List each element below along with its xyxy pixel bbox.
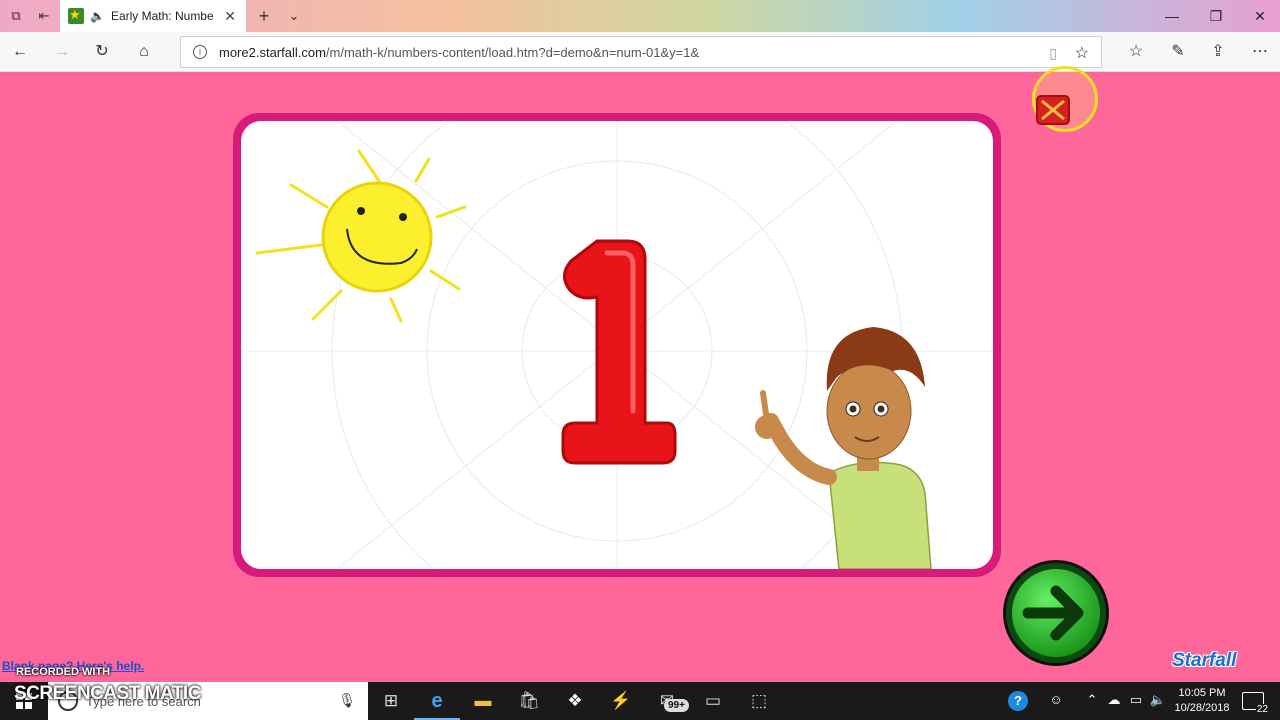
dropbox-icon[interactable]: ❖ <box>552 682 598 720</box>
onedrive-cloud-icon[interactable]: ☁ <box>1104 692 1124 708</box>
task-view-icon[interactable]: ⊞ <box>368 682 414 720</box>
recorded-with-label: RECORDED WITH <box>16 666 111 678</box>
close-x-icon <box>1041 99 1065 121</box>
volume-icon[interactable]: 🔈 <box>1148 692 1168 708</box>
clock-date: 10/28/2018 <box>1174 702 1230 714</box>
address-bar[interactable]: i more2.starfall.com/m/math-k/numbers-co… <box>180 36 1102 68</box>
restore-button[interactable]: ❐ <box>1194 0 1238 32</box>
reading-view-icon[interactable]: ▯ <box>1049 45 1057 62</box>
favorites-hub-icon[interactable]: ☆ <box>1124 40 1148 64</box>
close-tab-icon[interactable]: ✕ <box>224 8 236 25</box>
snipping-tool-icon[interactable]: ⬚ <box>736 682 782 720</box>
system-clock[interactable]: 10:05 PM 10/28/2018 <box>1172 686 1232 716</box>
action-center-icon[interactable]: 22 <box>1242 692 1269 715</box>
battery-icon[interactable]: ▭ <box>1126 692 1146 708</box>
new-tab-icon[interactable]: + <box>254 6 274 26</box>
numeral-one-graphic <box>561 239 677 465</box>
edge-browser-icon[interactable]: e <box>414 682 460 720</box>
back-arrow-icon[interactable]: ← <box>8 40 32 64</box>
url-host: more2.starfall.com <box>219 45 326 60</box>
close-window-button[interactable]: ✕ <box>1238 0 1280 32</box>
next-arrow-button[interactable] <box>1003 560 1109 666</box>
set-aside-tabs-icon[interactable]: ⇤ <box>34 6 54 26</box>
notification-count: 22 <box>1255 704 1269 715</box>
home-icon[interactable]: ⌂ <box>132 40 156 64</box>
right-arrow-icon <box>1012 569 1100 657</box>
people-icon[interactable]: ☺ <box>1046 692 1066 707</box>
tab-preview-chevron-icon[interactable]: ⌄ <box>284 6 304 26</box>
window-app-icon[interactable]: ▭ <box>690 682 736 720</box>
visual-studio-icon[interactable]: ⚡ <box>598 682 644 720</box>
url-path: /m/math-k/numbers-content/load.htm?d=dem… <box>325 45 700 60</box>
help-question-icon[interactable]: ? <box>1008 691 1028 711</box>
file-explorer-icon[interactable]: ▬ <box>460 682 506 720</box>
mail-badge: 99+ <box>664 699 689 712</box>
clock-time: 10:05 PM <box>1178 687 1226 699</box>
pen-notes-icon[interactable]: ✎ <box>1166 40 1190 64</box>
forward-arrow-icon[interactable]: → <box>50 40 74 64</box>
child-character <box>755 327 932 569</box>
audio-playing-icon[interactable]: 🔈 <box>90 9 105 23</box>
screencast-watermark: SCREENCAST MATIC <box>14 683 201 704</box>
microphone-icon[interactable]: 🎙 <box>338 692 356 709</box>
tab-actions-icon[interactable]: ⧉ <box>6 6 26 26</box>
lesson-card <box>233 113 1001 577</box>
url-text[interactable]: more2.starfall.com/m/math-k/numbers-cont… <box>219 45 699 60</box>
sun-drawing <box>255 149 467 323</box>
more-options-icon[interactable]: ⋯ <box>1248 40 1272 64</box>
lesson-canvas <box>241 121 993 569</box>
refresh-icon[interactable]: ↻ <box>90 40 114 64</box>
site-info-icon[interactable]: i <box>193 45 207 59</box>
title-bar: ⧉ ⇤ 🔈 Early Math: Numbe ✕ + ⌄ — ❐ ✕ <box>0 0 1280 32</box>
active-tab[interactable]: 🔈 Early Math: Numbe ✕ <box>60 0 246 32</box>
minimize-button[interactable]: — <box>1150 0 1194 32</box>
show-hidden-icons-icon[interactable]: ⌃ <box>1082 692 1102 708</box>
lesson-scene <box>241 121 993 569</box>
starfall-logo[interactable]: Starfall <box>1172 650 1236 672</box>
tab-title: Early Math: Numbe <box>110 9 214 23</box>
favorite-star-icon[interactable]: ☆ <box>1075 43 1089 63</box>
navigation-bar: ← → ↻ ⌂ i more2.starfall.com/m/math-k/nu… <box>0 32 1280 72</box>
store-icon[interactable]: 🛍 <box>506 682 552 720</box>
share-icon[interactable]: ⇪ <box>1206 40 1230 64</box>
close-activity-button[interactable] <box>1036 95 1070 125</box>
starfall-favicon-icon <box>68 7 84 24</box>
